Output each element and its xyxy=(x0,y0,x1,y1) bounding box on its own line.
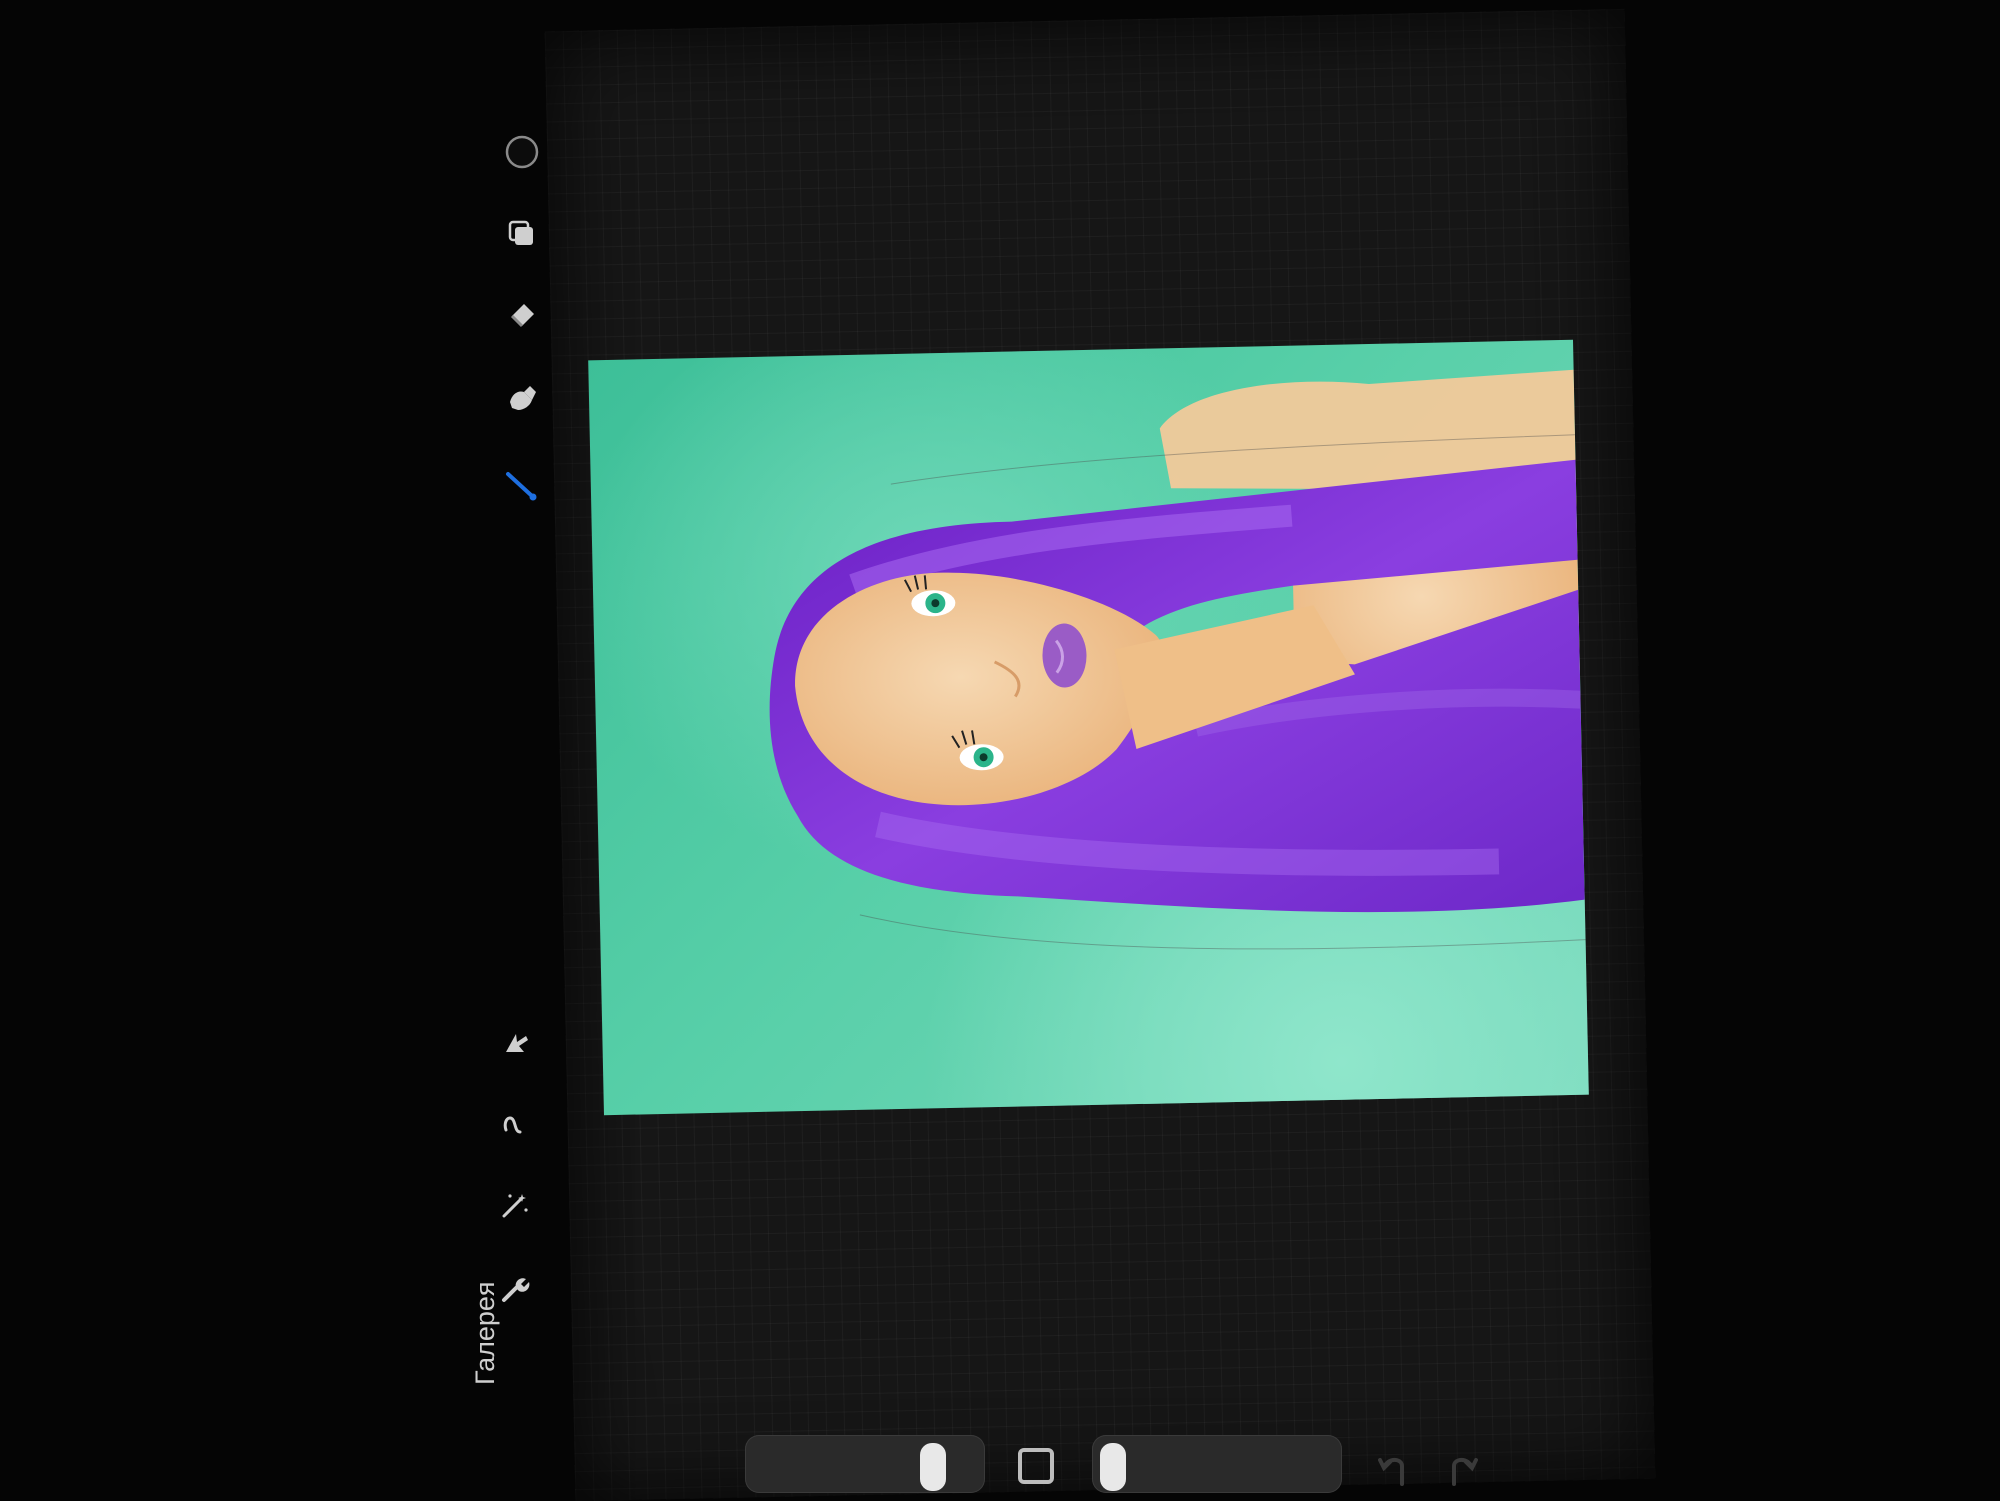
modify-button[interactable] xyxy=(1018,1448,1054,1484)
undo-button[interactable] xyxy=(1372,1448,1416,1492)
adjustments-button[interactable] xyxy=(492,1184,536,1228)
opacity-thumb[interactable] xyxy=(1100,1443,1126,1491)
selection-arrow-icon xyxy=(506,1034,528,1052)
undo-arrow-icon xyxy=(1378,1457,1404,1486)
eraser-button[interactable] xyxy=(500,294,544,338)
brush-size-slider[interactable] xyxy=(745,1435,985,1493)
artwork-illustration xyxy=(769,369,1586,950)
transform-button[interactable] xyxy=(492,1102,536,1146)
smudge-icon xyxy=(510,386,536,410)
brush-size-thumb[interactable] xyxy=(920,1443,946,1491)
redo-button[interactable] xyxy=(1440,1448,1484,1492)
color-circle-icon xyxy=(505,135,539,169)
color-picker-button[interactable] xyxy=(500,130,544,174)
brush-button[interactable] xyxy=(500,462,544,506)
eraser-icon xyxy=(510,304,534,328)
left-toolbar xyxy=(500,130,580,1450)
transform-s-icon xyxy=(503,1116,522,1134)
drawing-canvas[interactable] xyxy=(588,339,1589,1116)
magic-wand-icon xyxy=(502,1194,528,1218)
smudge-button[interactable] xyxy=(500,378,544,422)
selection-button[interactable] xyxy=(492,1020,536,1064)
layers-button[interactable] xyxy=(500,212,544,256)
layers-icon xyxy=(508,220,533,245)
brush-icon xyxy=(506,472,537,501)
redo-arrow-icon xyxy=(1452,1457,1478,1486)
opacity-slider[interactable] xyxy=(1092,1435,1342,1493)
gallery-button[interactable]: Галерея xyxy=(470,1235,506,1385)
